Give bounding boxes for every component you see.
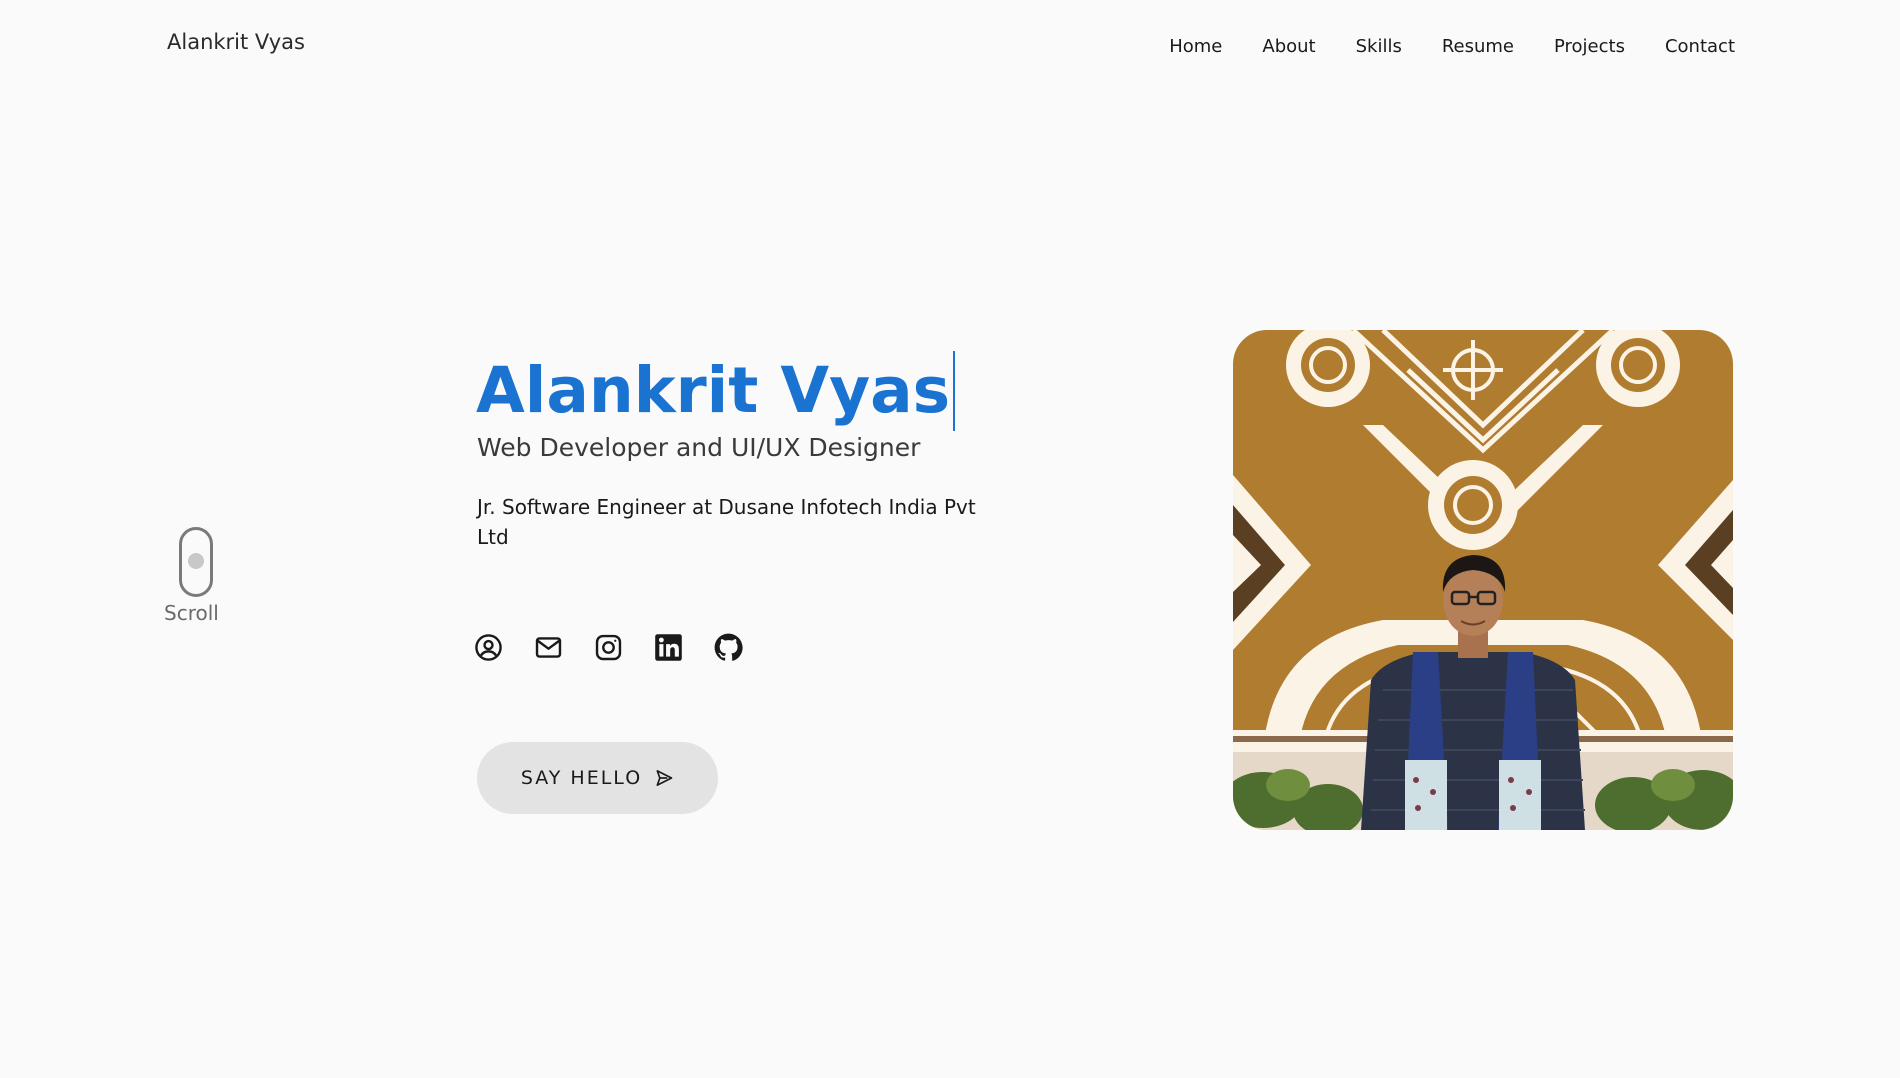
nav-skills[interactable]: Skills [1356, 36, 1402, 57]
nav-about[interactable]: About [1262, 36, 1315, 57]
nav-resume[interactable]: Resume [1442, 36, 1514, 57]
social-links [474, 633, 743, 662]
scroll-indicator[interactable]: Scroll [164, 527, 226, 625]
typing-caret [953, 351, 956, 431]
send-icon [656, 770, 673, 786]
nav-contact[interactable]: Contact [1665, 36, 1735, 57]
say-hello-button[interactable]: SAY HELLO [477, 742, 718, 814]
main-nav: Home About Skills Resume Projects Contac… [1169, 36, 1735, 57]
hero-name: Alankrit Vyas [476, 350, 956, 432]
hero-job: Jr. Software Engineer at Dusane Infotech… [477, 495, 976, 549]
github-icon[interactable] [714, 633, 743, 662]
instagram-icon[interactable] [594, 633, 623, 662]
mouse-wheel [188, 553, 204, 569]
hero-title: Web Developer and UI/UX Designer [477, 433, 921, 462]
mail-icon[interactable] [534, 633, 563, 662]
hero-name-text: Alankrit Vyas [476, 354, 951, 427]
page: Alankrit Vyas Home About Skills Resume P… [0, 0, 1900, 1078]
profile-photo [1233, 330, 1733, 830]
linkedin-icon[interactable] [654, 633, 683, 662]
nav-home[interactable]: Home [1169, 36, 1222, 57]
site-logo[interactable]: Alankrit Vyas [167, 30, 305, 54]
nav-projects[interactable]: Projects [1554, 36, 1625, 57]
mouse-icon[interactable] [179, 527, 213, 597]
say-hello-label: SAY HELLO [520, 767, 643, 789]
user-circle-icon[interactable] [474, 633, 503, 662]
scroll-label: Scroll [164, 601, 219, 625]
